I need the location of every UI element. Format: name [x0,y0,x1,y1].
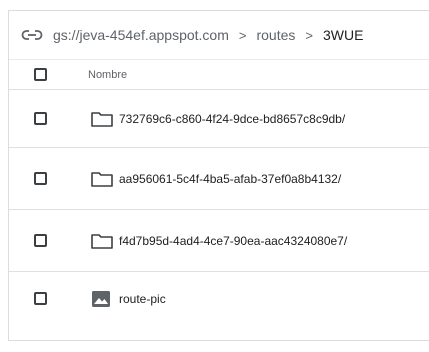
breadcrumb: gs://jeva-454ef.appspot.com > routes > 3… [9,11,429,60]
row-checkbox[interactable] [34,112,47,125]
row-checkbox-cell [9,234,79,247]
folder-icon [91,110,113,128]
row-checkbox-cell [9,292,79,305]
row-checkbox[interactable] [34,234,47,247]
name-column-header[interactable]: Nombre [79,69,127,81]
row-checkbox[interactable] [34,172,47,185]
folder-link[interactable]: 732769c6-c860-4f24-9dce-bd8657c8c9db/ [119,112,345,126]
row-checkbox-cell [9,112,79,125]
table-header: Nombre [9,60,429,90]
folder-icon [91,232,113,250]
folder-link[interactable]: f4d7b95d-4ad4-4ce7-90ea-aac4324080e7/ [119,234,347,248]
image-icon [91,290,113,308]
table-row: route-pic [9,272,429,325]
table-row: aa956061-5c4f-4ba5-afab-37ef0a8b4132/ [9,148,429,210]
folder-icon [91,170,113,188]
row-checkbox[interactable] [34,292,47,305]
select-all-checkbox[interactable] [34,68,47,81]
link-icon[interactable] [21,28,43,42]
file-link[interactable]: route-pic [119,292,166,306]
breadcrumb-separator: > [305,27,313,43]
row-checkbox-cell [9,172,79,185]
row-name-cell: 732769c6-c860-4f24-9dce-bd8657c8c9db/ [79,110,345,128]
row-name-cell: route-pic [79,290,166,308]
name-column-label: Nombre [88,68,128,81]
table-row: 732769c6-c860-4f24-9dce-bd8657c8c9db/ [9,90,429,148]
storage-browser-panel: gs://jeva-454ef.appspot.com > routes > 3… [8,10,429,341]
breadcrumb-separator: > [238,27,247,43]
folder-link[interactable]: aa956061-5c4f-4ba5-afab-37ef0a8b4132/ [119,172,341,186]
select-all-cell [9,68,79,81]
breadcrumb-bucket[interactable]: gs://jeva-454ef.appspot.com [53,27,229,43]
breadcrumb-routes[interactable]: routes [256,27,295,43]
row-name-cell: aa956061-5c4f-4ba5-afab-37ef0a8b4132/ [79,170,341,188]
breadcrumb-current[interactable]: 3WUE [323,27,363,43]
row-name-cell: f4d7b95d-4ad4-4ce7-90ea-aac4324080e7/ [79,232,347,250]
table-row: f4d7b95d-4ad4-4ce7-90ea-aac4324080e7/ [9,210,429,272]
